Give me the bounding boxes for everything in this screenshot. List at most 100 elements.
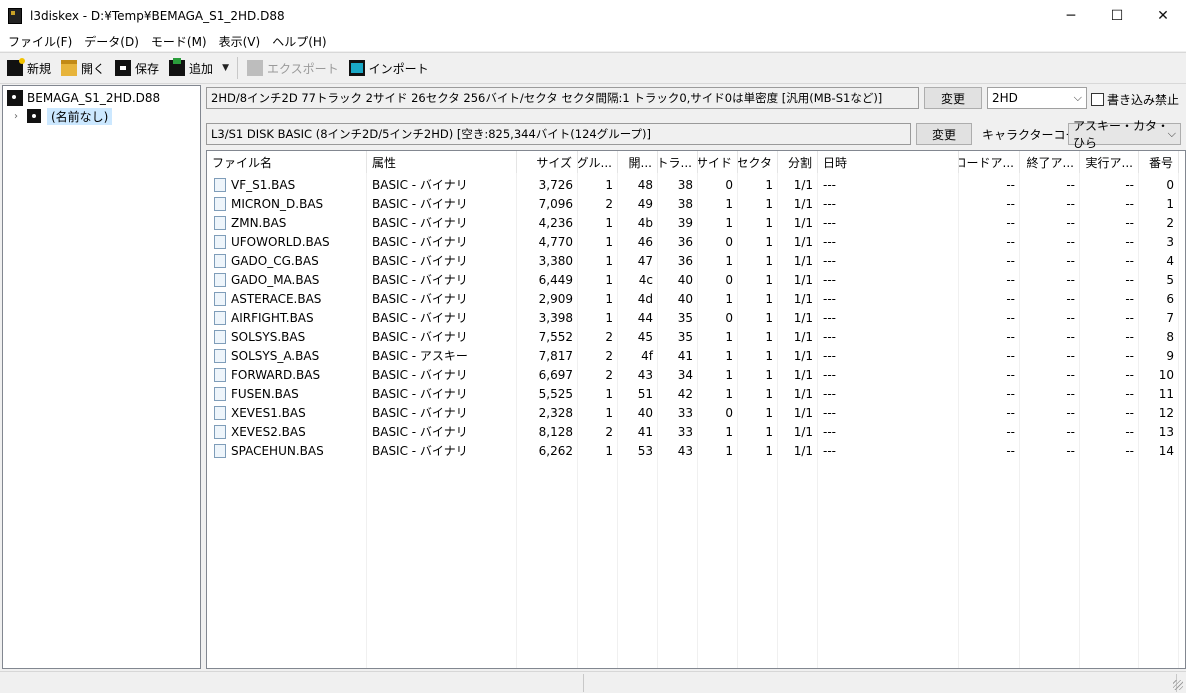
col-track-header[interactable]: トラ... (658, 151, 698, 173)
col-track-cell: 36 (677, 253, 693, 268)
close-button[interactable]: ✕ (1140, 0, 1186, 31)
file-icon (214, 424, 226, 439)
col-split-header[interactable]: 分割 (778, 151, 818, 173)
col-split-cell: 1/1 (793, 196, 813, 211)
resize-grip[interactable] (1173, 680, 1183, 690)
new-button[interactable]: 新規 (2, 56, 56, 80)
expand-chevron-icon[interactable]: › (9, 111, 23, 122)
col-side-cell: 0 (725, 405, 733, 420)
col-number-header[interactable]: 番号 (1139, 151, 1179, 173)
col-exec-address-cell: -- (1125, 253, 1134, 268)
col-load-address-cell: -- (1006, 215, 1015, 230)
open-button[interactable]: 開く (56, 56, 110, 80)
disk-image-icon (7, 90, 23, 106)
col-date-cell: --- (823, 215, 836, 230)
disk-basic-icon (27, 109, 41, 123)
col-date-header[interactable]: 日時 (818, 151, 959, 173)
col-start-cell: 47 (637, 253, 653, 268)
column-divider (817, 173, 818, 668)
col-side-cell: 1 (725, 196, 733, 211)
file-icon (214, 348, 226, 363)
col-start-cell: 4f (641, 348, 653, 363)
change-basic-button[interactable]: 変更 (916, 123, 972, 145)
col-groups-cell: 2 (605, 196, 613, 211)
col-groups-header[interactable]: グル... (578, 151, 618, 173)
import-button[interactable]: インポート (344, 56, 434, 80)
status-separator (583, 674, 584, 692)
col-filename-cell: MICRON_D.BAS (207, 194, 367, 213)
col-end-address-cell: -- (1066, 367, 1075, 382)
col-side-cell: 0 (725, 310, 733, 325)
col-exec-address-cell: -- (1125, 424, 1134, 439)
col-date-cell: --- (823, 310, 836, 325)
col-attribute-cell: BASIC - バイナリ (372, 273, 468, 287)
col-filename-cell: GADO_MA.BAS (207, 270, 367, 289)
col-attribute-header[interactable]: 属性 (367, 151, 517, 173)
write-protect-checkbox[interactable]: 書き込み禁止 (1091, 91, 1179, 108)
basic-info: L3/S1 DISK BASIC (8インチ2D/5インチ2HD) [空き:82… (206, 123, 911, 145)
col-end-address-header[interactable]: 終了ア... (1020, 151, 1080, 173)
menu-view[interactable]: 表示(V) (213, 33, 267, 50)
col-exec-address-header[interactable]: 実行ア... (1080, 151, 1139, 173)
col-split-cell: 1/1 (793, 443, 813, 458)
add-button-label: 追加 (189, 61, 214, 76)
col-side-cell: 0 (725, 272, 733, 287)
charcode-select[interactable]: アスキー・カタ・ひら ⌵ (1068, 119, 1181, 150)
col-date-cell: --- (823, 234, 836, 249)
tree-root-item[interactable]: BEMAGA_S1_2HD.D88 (7, 89, 160, 107)
col-filename-cell: FORWARD.BAS (207, 365, 367, 384)
col-side-header[interactable]: サイド (698, 151, 738, 173)
col-start-header[interactable]: 開... (618, 151, 658, 173)
col-groups-cell: 1 (605, 272, 613, 287)
window-title: l3diskex - D:¥Temp¥BEMAGA_S1_2HD.D88 (30, 8, 285, 23)
col-load-address-header[interactable]: ロードア... (959, 151, 1020, 173)
col-track-cell: 38 (677, 177, 693, 192)
col-end-address-cell: -- (1066, 443, 1075, 458)
disk-type-select[interactable]: 2HD ⌵ (987, 87, 1087, 109)
save-button[interactable]: 保存 (110, 56, 164, 80)
col-filename-header[interactable]: ファイル名 (207, 151, 367, 173)
menu-bar: ファイル(F) データ(D) モード(M) 表示(V) ヘルプ(H) (0, 31, 1186, 51)
menu-help[interactable]: ヘルプ(H) (266, 33, 332, 50)
tree-child-item[interactable]: › (名前なし) (9, 107, 113, 125)
add-button[interactable]: 追加 (164, 56, 218, 80)
col-size-cell: 2,909 (538, 291, 573, 306)
change-format-button[interactable]: 変更 (924, 87, 982, 109)
col-date-cell: --- (823, 196, 836, 211)
col-end-address-cell: -- (1066, 177, 1075, 192)
col-sector-header[interactable]: セクタ (738, 151, 778, 173)
col-size-header[interactable]: サイズ (517, 151, 578, 173)
col-load-address-cell: -- (1006, 443, 1015, 458)
col-track-cell: 42 (677, 386, 693, 401)
col-date-cell: --- (823, 177, 836, 192)
col-start-cell: 51 (637, 386, 653, 401)
col-split-cell: 1/1 (793, 348, 813, 363)
col-start-cell: 4c (638, 272, 653, 287)
menu-data[interactable]: データ(D) (78, 33, 145, 50)
col-number-cell: 5 (1166, 272, 1174, 287)
minimize-button[interactable]: ─ (1048, 0, 1094, 31)
file-name: GADO_CG.BAS (231, 253, 319, 268)
tree-root-label: BEMAGA_S1_2HD.D88 (27, 91, 161, 105)
col-attribute-cell: BASIC - バイナリ (372, 216, 468, 230)
export-button[interactable]: エクスポート (242, 56, 344, 80)
menu-mode[interactable]: モード(M) (145, 33, 213, 50)
add-dropdown-arrow[interactable]: ▼ (218, 63, 233, 73)
file-icon (214, 291, 226, 306)
col-exec-address-cell: -- (1125, 177, 1134, 192)
col-load-address-cell: -- (1006, 424, 1015, 439)
col-filename-cell: GADO_CG.BAS (207, 251, 367, 270)
column-divider (366, 173, 367, 668)
col-date-cell: --- (823, 367, 836, 382)
col-load-address-cell: -- (1006, 405, 1015, 420)
col-sector-cell: 1 (765, 215, 773, 230)
col-end-address-cell: -- (1066, 253, 1075, 268)
menu-file[interactable]: ファイル(F) (2, 33, 78, 50)
col-side-cell: 1 (725, 329, 733, 344)
open-button-label: 開く (81, 61, 106, 76)
col-end-address-cell: -- (1066, 424, 1075, 439)
checkbox-box[interactable] (1091, 93, 1104, 106)
col-start-cell: 46 (637, 234, 653, 249)
maximize-button[interactable]: ☐ (1094, 0, 1140, 31)
col-number-cell: 13 (1158, 424, 1174, 439)
